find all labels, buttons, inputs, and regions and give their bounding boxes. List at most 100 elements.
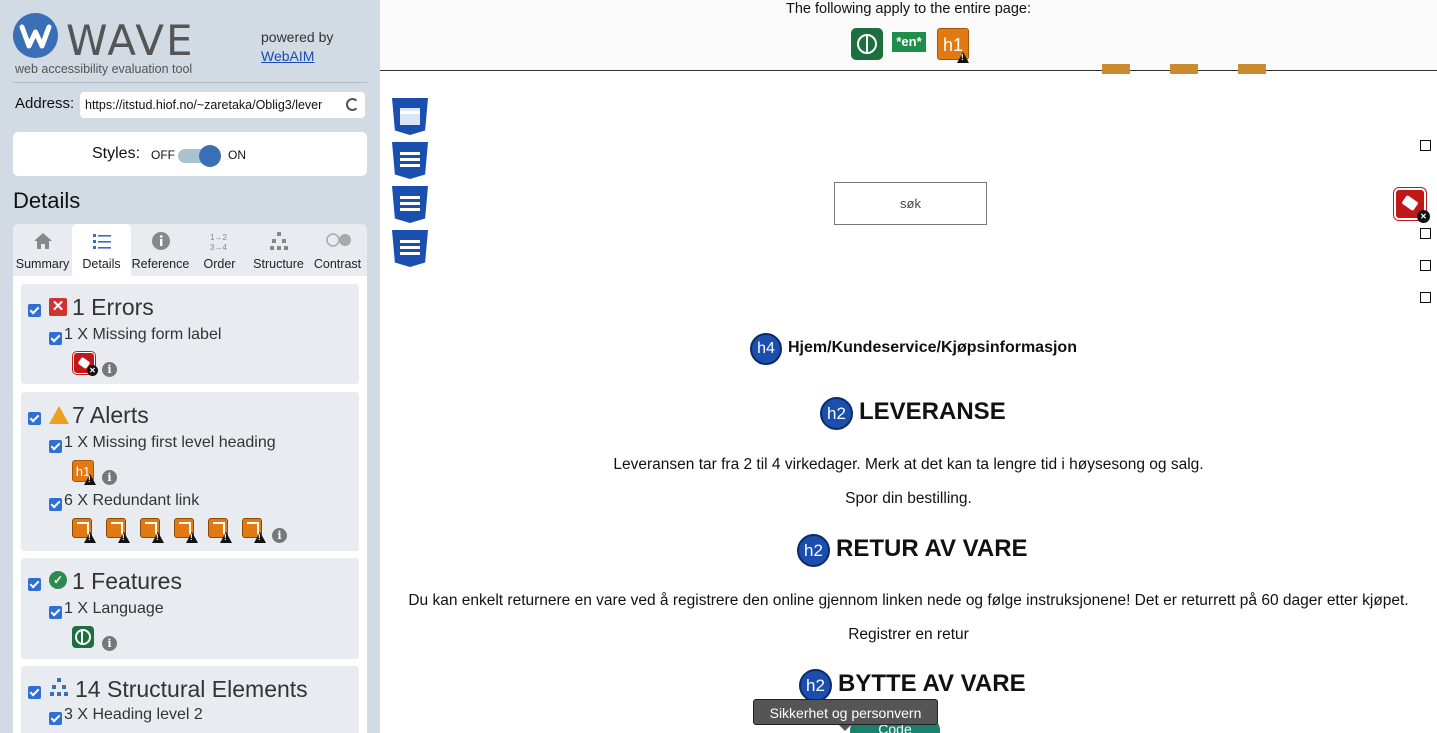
heading-level-2-icon[interactable]: h2 (820, 397, 853, 430)
redundant-link-icon[interactable] (1102, 64, 1130, 74)
webaim-link[interactable]: WebAIM (261, 48, 314, 64)
wave-logo-icon (13, 13, 58, 58)
errors-checkbox[interactable] (28, 304, 41, 317)
powered-by: powered by WebAIM (261, 28, 333, 66)
errors-title: 1 Errors (72, 294, 154, 320)
missing-h1-item: 1 X Missing first level heading (64, 434, 276, 451)
address-input[interactable]: https://itstud.hiof.no/~zaretaka/Oblig3/… (80, 92, 365, 118)
divider (13, 82, 367, 83)
html5-structure-icon[interactable] (392, 98, 428, 135)
language-globe-icon[interactable] (851, 28, 883, 60)
heading-retur: RETUR AV VARE (836, 535, 1028, 562)
wave-sidebar: WAVE web accessibility evaluation tool p… (0, 0, 380, 733)
info-icon[interactable]: i (272, 528, 287, 543)
warning-badge-icon (254, 532, 266, 543)
features-checkbox[interactable] (28, 578, 41, 591)
register-return-link[interactable]: Registrer en retur (380, 626, 1437, 644)
checkbox[interactable] (1420, 140, 1431, 151)
styles-label: Styles: (92, 145, 141, 162)
tab-details[interactable]: Details (72, 224, 131, 276)
redundant-link-icon[interactable] (1238, 64, 1266, 74)
info-icon[interactable]: i (102, 636, 117, 651)
alerts-group: 7 Alerts 1 X Missing first level heading… (21, 392, 359, 551)
language-globe-icon[interactable] (72, 626, 94, 648)
track-order-link[interactable]: Spor din bestilling. (380, 490, 1437, 508)
checkbox[interactable] (1420, 260, 1431, 271)
info-icon[interactable]: i (102, 470, 117, 485)
tab-label: Structure (253, 257, 304, 271)
list-lines (400, 196, 420, 211)
error-badge-icon: ✕ (87, 365, 98, 376)
address-value: https://itstud.hiof.no/~zaretaka/Oblig3/… (85, 98, 323, 112)
tab-structure[interactable]: Structure (249, 224, 308, 276)
list-structure-icon[interactable] (392, 142, 428, 179)
checkbox[interactable] (1420, 228, 1431, 239)
error-badge-icon: ✕ (1417, 210, 1430, 223)
alerts-checkbox[interactable] (28, 412, 41, 425)
alert-icon (49, 406, 69, 424)
structural-title: 14 Structural Elements (75, 676, 308, 702)
leveranse-text: Leveransen tar fra 2 til 4 virkedager. M… (613, 456, 1204, 473)
address-label: Address: (15, 95, 75, 112)
missing-form-label-item: 1 X Missing form label (64, 326, 222, 343)
page-wide-indicators: The following apply to the entire page: … (380, 0, 1437, 71)
reload-icon[interactable] (346, 98, 359, 111)
tab-label: Contrast (313, 257, 362, 271)
warning-badge-icon (152, 532, 164, 543)
structural-checkbox[interactable] (28, 686, 41, 699)
panel-tabs: Summary Details Reference 1→23→4 Order (13, 224, 367, 276)
warning-badge-icon (220, 532, 232, 543)
list-structure-icon[interactable] (392, 186, 428, 223)
page-wide-text: The following apply to the entire page: (785, 1, 1032, 17)
language-badge[interactable]: *en* (892, 32, 926, 52)
list-structure-icon[interactable] (392, 230, 428, 267)
redundant-link-item: 6 X Redundant link (64, 492, 200, 509)
tab-order[interactable]: 1→2 3→4 Order (190, 224, 249, 276)
warning-badge-icon (84, 532, 96, 543)
order-icon: 1→2 3→4 (208, 231, 232, 253)
errors-group: ✕ 1 Errors 1 X Missing form label ✕ i (21, 284, 359, 384)
details-heading: Details (13, 188, 81, 213)
tab-label: Order (203, 257, 236, 271)
heading-level-4-icon[interactable]: h4 (750, 333, 782, 365)
redundant-link-checkbox[interactable] (49, 498, 62, 511)
warning-badge-icon (84, 474, 96, 485)
wave-logo[interactable]: WAVE web accessibility evaluation tool (13, 13, 203, 79)
checkbox[interactable] (1420, 292, 1431, 303)
redundant-link-icon[interactable] (1170, 64, 1198, 74)
wave-logo-subtitle: web accessibility evaluation tool (15, 62, 193, 76)
styles-toggle-knob[interactable] (199, 145, 221, 167)
styles-off-label: OFF (151, 148, 175, 162)
tab-reference[interactable]: Reference (131, 224, 190, 276)
info-icon (149, 231, 173, 253)
language-checkbox[interactable] (49, 606, 62, 619)
heading-level-2-checkbox[interactable] (49, 712, 62, 725)
tab-summary[interactable]: Summary (13, 224, 72, 276)
features-group: ✓ 1 Features 1 X Language i (21, 558, 359, 659)
warning-badge-icon (118, 532, 130, 543)
home-icon (31, 231, 55, 253)
feature-check-icon: ✓ (49, 571, 67, 589)
structural-group: 14 Structural Elements 3 X Heading level… (21, 666, 359, 733)
missing-h1-checkbox[interactable] (49, 440, 62, 453)
language-item: 1 X Language (64, 600, 164, 617)
info-icon[interactable]: i (102, 362, 117, 377)
styles-on-label: ON (228, 148, 246, 162)
alerts-title: 7 Alerts (72, 402, 149, 428)
tab-contrast[interactable]: Contrast (308, 224, 367, 276)
missing-form-label-checkbox[interactable] (49, 332, 62, 345)
heading-level-2-icon[interactable]: h2 (799, 669, 832, 702)
structure-icon (267, 231, 291, 253)
heading-level-2-icon[interactable]: h2 (797, 534, 830, 567)
list-lines (400, 240, 420, 255)
tab-label: Summary (15, 257, 70, 271)
search-button[interactable]: søk (834, 182, 987, 225)
powered-by-text: powered by (261, 29, 334, 45)
svg-text:3→4: 3→4 (210, 243, 227, 252)
heading-leveranse: LEVERANSE (859, 398, 1006, 425)
evaluated-page: The following apply to the entire page: … (380, 0, 1437, 733)
styles-toggle-box: Styles: OFF ON (13, 132, 367, 176)
warning-badge-icon (186, 532, 198, 543)
heading-bytte: BYTTE AV VARE (838, 670, 1026, 697)
tab-label: Details (82, 257, 121, 271)
